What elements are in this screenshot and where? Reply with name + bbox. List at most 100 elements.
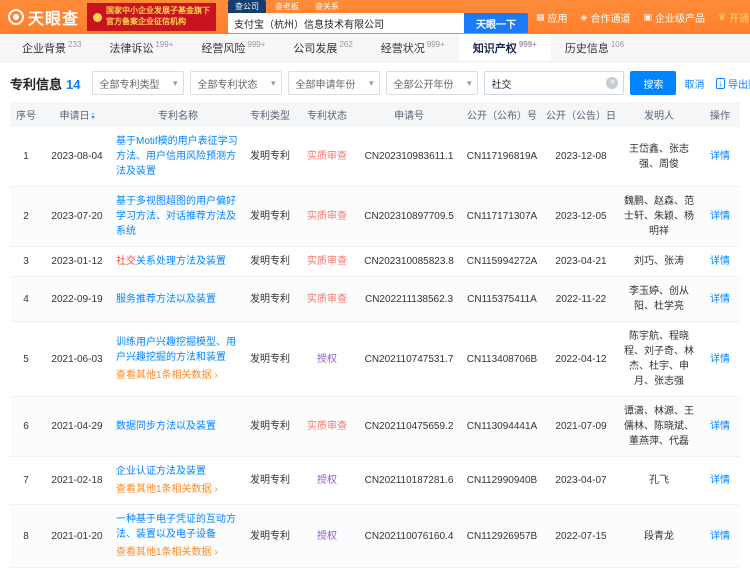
row-seq: 5 [10, 321, 42, 397]
patent-name-link[interactable]: 基于多视图超图的用户偏好学习方法、对话推荐方法及系统 [116, 194, 240, 239]
publication-date: 2022-11-22 [544, 276, 618, 322]
header-search-button[interactable]: 天眼一下 [464, 13, 529, 33]
tab-legal-litigation[interactable]: 法律诉讼 199+ [95, 34, 187, 61]
patent-name-link[interactable]: 企业认证方法及装置 [116, 464, 240, 479]
col-seq: 序号 [10, 102, 42, 127]
tab-operating-status[interactable]: 经营状况 999+ [367, 34, 459, 61]
col-inventors: 发明人 [618, 102, 700, 127]
related-data-link[interactable]: 查看其他1条相关数据 [116, 545, 240, 560]
tab-count: 999+ [518, 40, 537, 49]
nav-apps[interactable]: ▦ 应用 [536, 10, 568, 25]
sort-icon[interactable] [91, 112, 94, 120]
related-data-link[interactable]: 查看其他1条相关数据 [116, 368, 240, 383]
col-publication-date[interactable]: 公开（公告）日 [544, 102, 618, 127]
filter-patent-type[interactable]: 全部专利类型 [92, 71, 185, 95]
table-row: 3 2023-01-12 社交关系处理方法及装置 发明专利 实质审查 CN202… [10, 246, 740, 277]
detail-link[interactable]: 详情 [710, 151, 730, 162]
detail-link[interactable]: 详情 [710, 421, 730, 432]
tab-intellectual-property[interactable]: 知识产权 999+ [458, 34, 551, 61]
patent-name-link[interactable]: 一种基于电子凭证的互动方法、装置以及电子设备 [116, 512, 240, 542]
publication-date: 2023-04-21 [544, 246, 618, 277]
search-tab-relation[interactable]: 查关系 [308, 0, 346, 13]
keyword-input[interactable] [485, 77, 607, 89]
tianyancha-logo[interactable]: 天眼查 [8, 5, 79, 29]
tab-label: 企业背景 [22, 42, 66, 55]
banner-line2: 官方备案企业征信机构 [106, 17, 187, 26]
patent-name-link[interactable]: 社交关系处理方法及装置 [116, 254, 240, 269]
patent-type: 发明专利 [244, 186, 296, 247]
tab-company-development[interactable]: 公司发展 262 [279, 34, 366, 61]
row-seq: 2 [10, 186, 42, 247]
row-seq: 4 [10, 276, 42, 322]
certification-banner: 国家中小企业发展子基金旗下 官方备案企业征信机构 [87, 3, 217, 31]
detail-link[interactable]: 详情 [710, 475, 730, 486]
detail-link[interactable]: 详情 [710, 256, 730, 267]
tab-history-info[interactable]: 历史信息 106 [551, 34, 638, 61]
detail-link[interactable]: 详情 [710, 531, 730, 542]
application-number: CN202110076160.4 [358, 504, 460, 568]
detail-link[interactable]: 详情 [710, 211, 730, 222]
company-section-tabbar: 企业背景 233 法律诉讼 199+ 经营风险 999+ 公司发展 262 经营状况 99… [0, 34, 750, 62]
publication-number: CN115994272A [460, 246, 544, 277]
nav-membership-label: 开通会员 [729, 13, 750, 25]
patent-name-link[interactable]: 训练用户兴趣挖掘模型、用户兴趣挖掘的方法和装置 [116, 335, 240, 365]
crown-icon: ♛ [717, 11, 727, 22]
tianyancha-eye-icon [8, 9, 24, 25]
handshake-icon: ◈ [580, 11, 588, 22]
publication-date: 2022-07-15 [544, 504, 618, 568]
detail-link[interactable]: 详情 [710, 354, 730, 365]
col-application-date[interactable]: 申请日 [42, 102, 112, 127]
top-header: 天眼查 国家中小企业发展子基金旗下 官方备案企业征信机构 查公司 查老板 查关系… [0, 0, 750, 34]
patent-status: 实质审查 [307, 293, 347, 305]
filter-application-year[interactable]: 全部申请年份 [288, 71, 381, 95]
table-row: 4 2022-09-19 服务推荐方法以及装置 发明专利 实质审查 CN2022… [10, 276, 740, 322]
application-date: 2021-01-20 [42, 504, 112, 568]
tab-business-risk[interactable]: 经营风险 999+ [187, 34, 279, 61]
filter-label: 全部专利状态 [197, 79, 258, 91]
nav-open-membership[interactable]: ♛开通会员 [718, 10, 750, 25]
application-date: 2023-08-04 [42, 127, 112, 187]
patent-type: 发明专利 [244, 456, 296, 505]
tab-label: 公司发展 [293, 42, 338, 55]
patent-status: 授权 [317, 353, 337, 365]
publication-date: 2023-04-07 [544, 456, 618, 505]
patent-name-link[interactable]: 数据同步方法以及装置 [116, 419, 240, 434]
application-date: 2023-07-20 [42, 186, 112, 247]
nav-cooperation[interactable]: ◈ 合作通道 [581, 10, 631, 25]
search-button[interactable]: 搜索 [630, 71, 677, 95]
row-seq: 3 [10, 246, 42, 277]
nav-enterprise-products[interactable]: ▣ 企业级产品 [643, 10, 705, 25]
tab-label: 经营状况 [380, 42, 425, 55]
patent-type: 发明专利 [244, 396, 296, 457]
company-search-input[interactable] [228, 13, 465, 33]
medal-icon [93, 12, 103, 22]
clear-icon[interactable] [606, 77, 619, 89]
search-tab-company[interactable]: 查公司 [228, 0, 267, 13]
export-data-button[interactable]: 导出数据 [716, 76, 750, 91]
table-row: 1 2023-08-04 基于Motif模的用户表征学习方法、用户信用风险预测方… [10, 127, 740, 187]
nav-apps-label: 应用 [547, 13, 568, 25]
cancel-button[interactable]: 取消 [684, 76, 704, 91]
table-row: 5 2021-06-03 训练用户兴趣挖掘模型、用户兴趣挖掘的方法和装置 查看其… [10, 321, 740, 397]
patent-name-link[interactable]: 服务推荐方法以及装置 [116, 292, 240, 307]
col-patent-name: 专利名称 [112, 102, 244, 127]
table-header-row: 序号 申请日 专利名称 专利类型 专利状态 申请号 公开（公布）号 公开（公告）… [10, 102, 740, 127]
filter-publication-year[interactable]: 全部公开年份 [386, 71, 479, 95]
header-nav: ▦应用 ◈合作通道 ▣企业级产品 ♛开通会员 组织 [536, 10, 750, 25]
related-data-link[interactable]: 查看其他1条相关数据 [116, 482, 240, 497]
patent-name-link[interactable]: 基于Motif模的用户表征学习方法、用户信用风险预测方法及装置 [116, 134, 240, 179]
table-row: 2 2023-07-20 基于多视图超图的用户偏好学习方法、对话推荐方法及系统 … [10, 186, 740, 247]
patent-type: 发明专利 [244, 246, 296, 277]
tab-company-background[interactable]: 企业背景 233 [8, 34, 95, 61]
grid-icon: ▦ [536, 11, 545, 22]
filter-patent-status[interactable]: 全部专利状态 [190, 71, 283, 95]
chevron-down-icon [173, 78, 178, 89]
publication-number: CN113408706B [460, 321, 544, 397]
publication-date: 2023-12-05 [544, 186, 618, 247]
export-label: 导出数据 [727, 79, 750, 91]
publication-number: CN112990940B [460, 456, 544, 505]
search-tab-boss[interactable]: 查老板 [268, 0, 306, 13]
tab-count: 106 [610, 40, 625, 49]
detail-link[interactable]: 详情 [710, 294, 730, 305]
keyword-search-box [484, 71, 625, 95]
